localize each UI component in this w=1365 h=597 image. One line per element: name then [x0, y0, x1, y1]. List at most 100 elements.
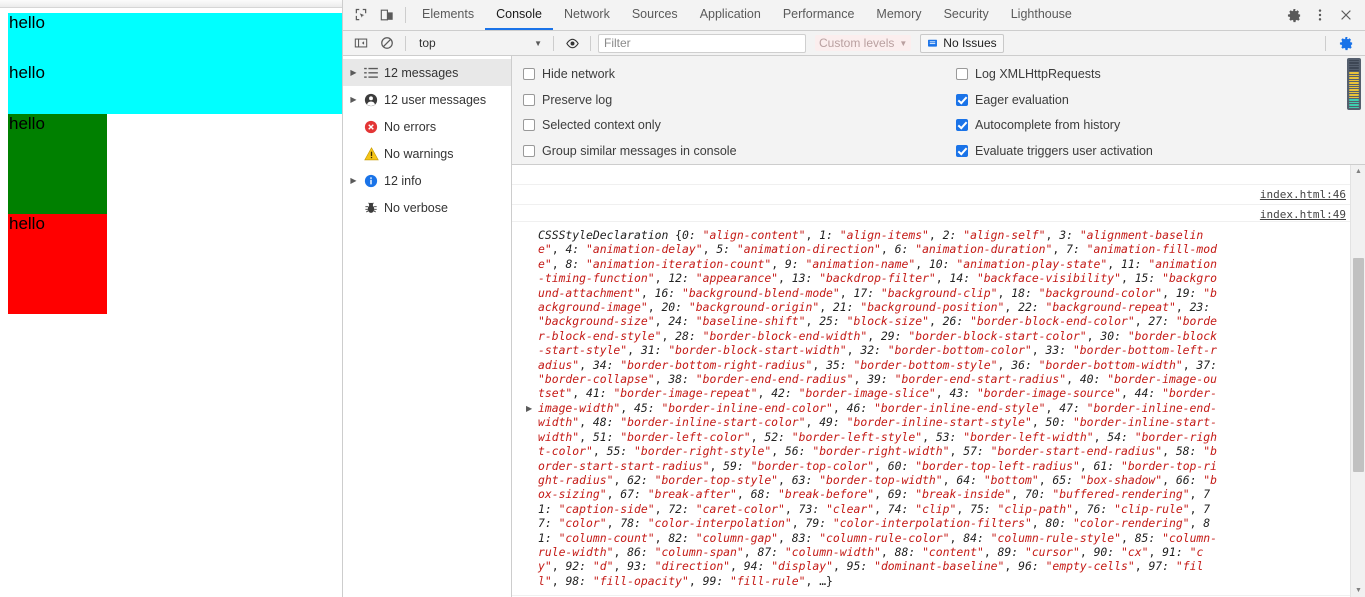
setting-autocomplete-history[interactable]: Autocomplete from history [956, 113, 1153, 139]
object-preview-text: CSSStyleDeclaration {0: "align-content",… [538, 228, 1218, 588]
console-settings-pane: Hide network Preserve log Selected conte… [512, 56, 1365, 165]
console-row[interactable]: index.html:46 [512, 185, 1350, 205]
tab-sources[interactable]: Sources [621, 0, 689, 30]
scroll-down-arrow-icon[interactable]: ▼ [1351, 584, 1365, 597]
sidebar-label-messages: 12 messages [384, 65, 459, 80]
cyan-box-label-2: hello [9, 63, 45, 82]
scroll-up-arrow-icon[interactable]: ▲ [1351, 165, 1365, 178]
red-box-label: hello [9, 214, 45, 233]
toolbar-divider [405, 7, 406, 23]
browser-window: hello hello hello hello Elements Console… [0, 0, 1365, 597]
sidebar-label-errors: No errors [384, 119, 437, 134]
issues-flag-icon [928, 39, 938, 47]
user-icon [360, 93, 382, 107]
console-output: index.html:46 index.html:49 ▶ CSSStyleDe… [512, 165, 1365, 597]
info-icon [360, 174, 382, 188]
hide-network-label: Hide network [542, 66, 615, 81]
device-toolbar-icon[interactable] [374, 0, 400, 30]
filterbar-divider-4 [1325, 35, 1326, 51]
sidebar-item-warnings[interactable]: No warnings [343, 140, 511, 167]
settings-column-right: Log XMLHttpRequests Eager evaluation Aut… [951, 61, 1153, 164]
cyan-hello-box: hello hello [8, 13, 342, 114]
tab-application[interactable]: Application [689, 0, 772, 30]
setting-group-similar[interactable]: Group similar messages in console [523, 138, 951, 164]
bug-icon [360, 201, 382, 215]
filterbar-divider-2 [553, 35, 554, 51]
execution-context-select[interactable]: top ▼ [413, 33, 548, 53]
sidebar-item-user-messages[interactable]: ▶ 12 user messages [343, 86, 511, 113]
execution-context-value: top [419, 36, 436, 50]
console-vertical-scrollbar[interactable]: ▲ ▼ [1350, 165, 1365, 597]
tab-performance[interactable]: Performance [772, 0, 866, 30]
console-right: Hide network Preserve log Selected conte… [512, 56, 1365, 597]
clear-console-icon[interactable] [374, 36, 400, 50]
green-hello-box: hello [8, 114, 107, 214]
devtools-panel: Elements Console Network Sources Applica… [343, 0, 1365, 597]
issues-label: No Issues [943, 36, 997, 50]
warning-icon [360, 146, 382, 161]
setting-preserve-log[interactable]: Preserve log [523, 87, 951, 113]
console-minimap[interactable] [1347, 58, 1361, 110]
sidebar-item-messages[interactable]: ▶ 12 messages [343, 59, 511, 86]
autocomplete-history-checkbox[interactable] [956, 119, 968, 132]
sidebar-item-errors[interactable]: No errors [343, 113, 511, 140]
sidebar-label-warnings: No warnings [384, 146, 454, 161]
sidebar-item-info[interactable]: ▶ 12 info [343, 167, 511, 194]
devtools-tabbar: Elements Console Network Sources Applica… [343, 0, 1365, 31]
sidebar-item-verbose[interactable]: No verbose [343, 194, 511, 221]
hide-network-checkbox[interactable] [523, 67, 535, 80]
chevron-down-icon: ▼ [534, 38, 542, 48]
scrollbar-thumb[interactable] [1353, 257, 1364, 472]
log-levels-label: Custom levels [819, 36, 895, 50]
selected-context-only-checkbox[interactable] [523, 119, 535, 132]
tab-memory[interactable]: Memory [865, 0, 932, 30]
live-expression-icon[interactable] [559, 36, 585, 51]
console-row[interactable]: index.html:49 [512, 205, 1350, 222]
close-icon[interactable] [1333, 2, 1359, 28]
setting-hide-network[interactable]: Hide network [523, 61, 951, 87]
console-body: ▶ 12 messages ▶ 12 user messages No erro… [343, 56, 1365, 597]
tab-security[interactable]: Security [933, 0, 1000, 30]
preserve-log-checkbox[interactable] [523, 93, 535, 106]
console-filter-bar: top ▼ Custom levels ▼ [343, 31, 1365, 56]
filterbar-divider-3 [590, 35, 591, 51]
tab-network[interactable]: Network [553, 0, 621, 30]
evaluate-user-activation-checkbox[interactable] [956, 145, 968, 158]
cyan-box-label-1: hello [9, 13, 45, 32]
tab-elements[interactable]: Elements [411, 0, 485, 30]
eager-evaluation-label: Eager evaluation [975, 92, 1069, 107]
eager-evaluation-checkbox[interactable] [956, 93, 968, 106]
setting-evaluate-user-activation[interactable]: Evaluate triggers user activation [956, 138, 1153, 164]
sidebar-label-user-messages: 12 user messages [384, 92, 487, 107]
list-icon [360, 67, 382, 79]
console-row-clipped [512, 165, 1350, 185]
group-similar-label: Group similar messages in console [542, 144, 737, 159]
setting-eager-evaluation[interactable]: Eager evaluation [956, 87, 1153, 113]
tab-console[interactable]: Console [485, 0, 553, 30]
console-sidebar-toggle-icon[interactable] [348, 36, 374, 50]
settings-column-left: Hide network Preserve log Selected conte… [512, 61, 951, 164]
source-link[interactable]: index.html:49 [1260, 207, 1346, 222]
chevron-right-icon[interactable]: ▶ [347, 95, 360, 104]
gear-icon[interactable] [1281, 2, 1307, 28]
console-settings-gear-icon[interactable] [1333, 36, 1359, 51]
setting-log-xhr[interactable]: Log XMLHttpRequests [956, 61, 1153, 87]
page-viewport: hello hello hello hello [0, 0, 343, 597]
chevron-right-icon[interactable]: ▶ [347, 176, 360, 185]
source-link[interactable]: index.html:46 [1260, 187, 1346, 202]
setting-selected-context-only[interactable]: Selected context only [523, 113, 951, 139]
filter-input[interactable] [598, 33, 806, 53]
filterbar-right [1318, 35, 1365, 51]
expand-object-icon[interactable]: ▶ [526, 404, 532, 413]
log-xhr-checkbox[interactable] [956, 67, 968, 80]
chevron-right-icon[interactable]: ▶ [347, 68, 360, 77]
tab-lighthouse[interactable]: Lighthouse [1000, 0, 1083, 30]
selected-context-only-label: Selected context only [542, 118, 661, 133]
kebab-menu-icon[interactable] [1307, 2, 1333, 28]
console-row-object[interactable]: ▶ CSSStyleDeclaration {0: "align-content… [512, 222, 1350, 597]
filterbar-divider-1 [405, 35, 406, 51]
group-similar-checkbox[interactable] [523, 145, 535, 158]
log-levels-dropdown[interactable]: Custom levels ▼ [815, 35, 912, 51]
inspect-element-icon[interactable] [348, 0, 374, 30]
issues-button[interactable]: No Issues [920, 33, 1004, 53]
